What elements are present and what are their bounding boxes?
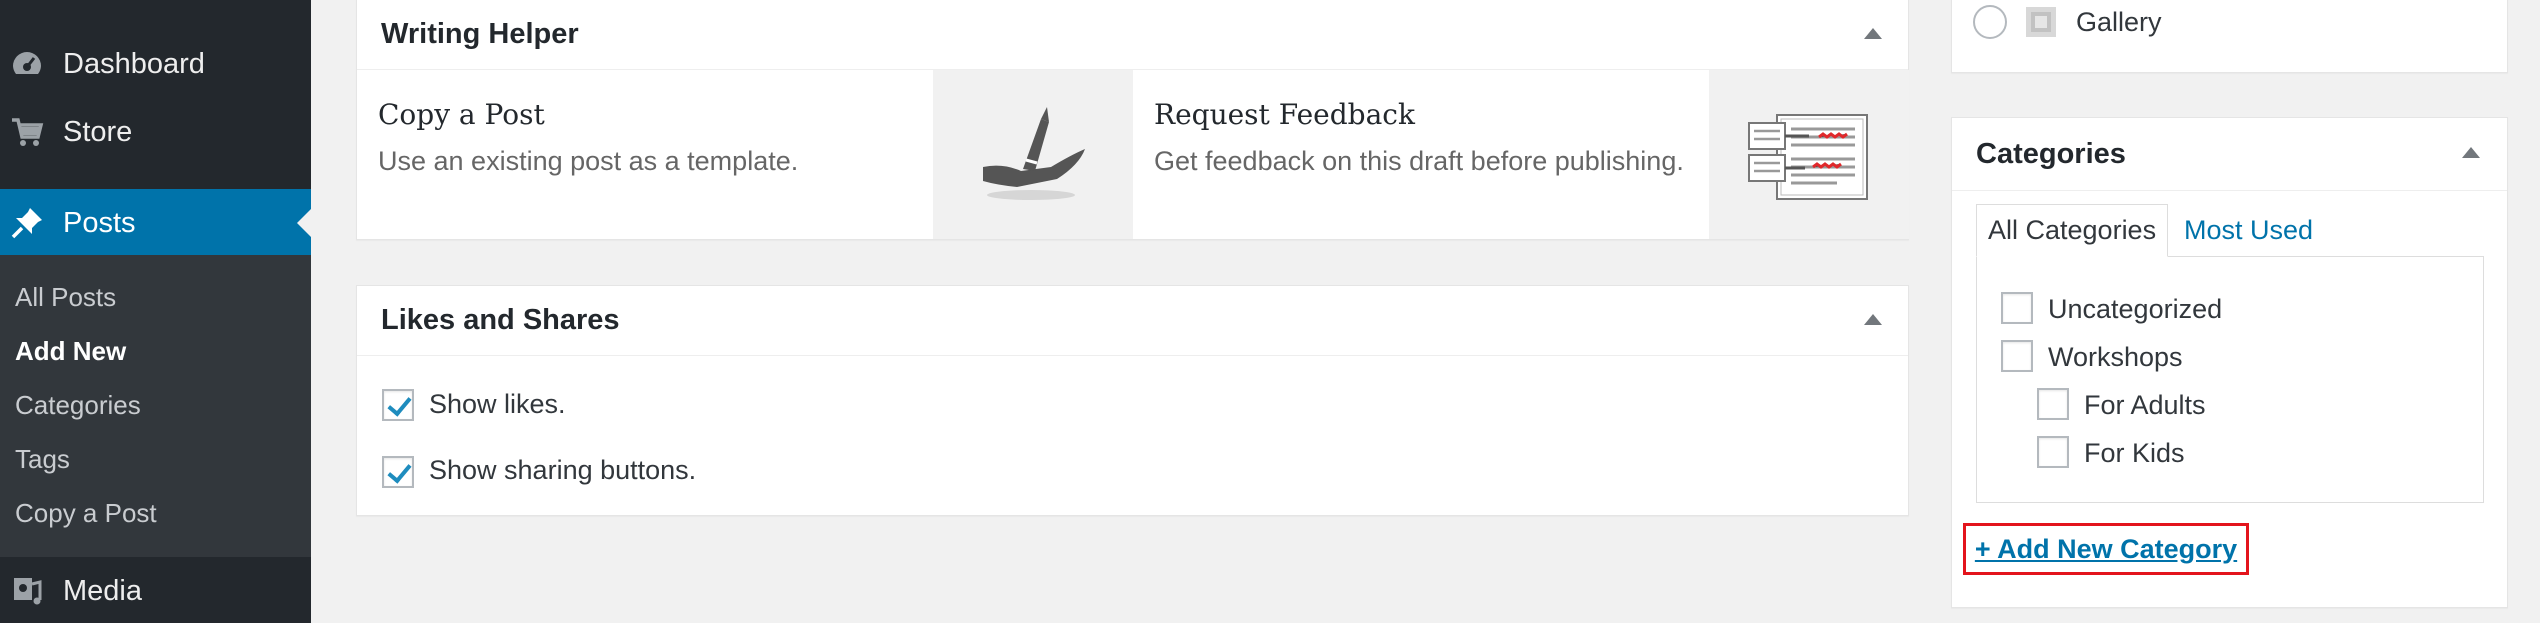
sidebar-item-label: Media (63, 574, 142, 607)
submenu-all-posts[interactable]: All Posts (15, 282, 116, 313)
categories-title[interactable]: Categories (1952, 118, 2507, 191)
show-sharing-label[interactable]: Show sharing buttons. (429, 455, 696, 486)
gallery-label[interactable]: Gallery (2076, 7, 2162, 38)
copy-post-title: Copy a Post (378, 98, 545, 131)
gallery-radio[interactable] (1973, 5, 2007, 39)
show-likes-label[interactable]: Show likes. (429, 389, 566, 420)
category-checkbox[interactable] (2037, 388, 2069, 420)
request-feedback-card[interactable]: Request Feedback Get feedback on this dr… (1133, 70, 1709, 240)
gallery-icon (2024, 5, 2058, 39)
copy-post-desc: Use an existing post as a template. (378, 146, 799, 176)
sidebar-item-dashboard[interactable]: Dashboard (0, 30, 311, 98)
category-checklist: Uncategorized Workshops For Adults For K… (1976, 256, 2484, 503)
posts-submenu: All Posts Add New Categories Tags Copy a… (0, 255, 311, 557)
sidebar-item-label: Posts (63, 206, 136, 239)
collapse-arrow-icon[interactable] (2462, 147, 2480, 158)
writing-helper-title[interactable]: Writing Helper (357, 0, 1908, 70)
show-sharing-checkbox[interactable] (382, 456, 414, 488)
request-feedback-illustration (1709, 70, 1909, 239)
sidebar-item-label: Dashboard (63, 47, 205, 80)
copy-post-illustration (933, 70, 1133, 239)
category-checkbox[interactable] (2037, 436, 2069, 468)
category-label[interactable]: For Kids (2084, 438, 2185, 469)
submenu-categories[interactable]: Categories (15, 390, 141, 421)
format-box: Gallery (1951, 0, 2508, 73)
sidebar-item-posts[interactable]: Posts (0, 189, 311, 257)
tab-all-categories[interactable]: All Categories (1976, 204, 2169, 257)
hand-pen-icon (983, 106, 1085, 200)
category-label[interactable]: Workshops (2048, 342, 2183, 373)
sidebar-item-store[interactable]: Store (0, 98, 311, 166)
likes-shares-title[interactable]: Likes and Shares (357, 286, 1908, 356)
add-new-category-link[interactable]: + Add New Category (1975, 534, 2237, 565)
add-new-category-highlight: + Add New Category (1963, 523, 2249, 575)
pushpin-icon (10, 206, 44, 240)
tab-most-used[interactable]: Most Used (2184, 204, 2313, 257)
collapse-arrow-icon[interactable] (1864, 314, 1882, 325)
category-checkbox[interactable] (2001, 292, 2033, 324)
document-feedback-icon (1748, 113, 1868, 200)
writing-helper-box: Writing Helper Copy a Post Use an existi… (356, 0, 1909, 240)
copy-post-card[interactable]: Copy a Post Use an existing post as a te… (357, 70, 933, 240)
sidebar-item-media[interactable]: Media (0, 557, 311, 623)
submenu-tags[interactable]: Tags (15, 444, 70, 475)
sidebar-item-label: Store (63, 115, 133, 148)
category-label[interactable]: For Adults (2084, 390, 2206, 421)
dashboard-icon (10, 47, 44, 81)
request-feedback-desc: Get feedback on this draft before publis… (1154, 146, 1684, 176)
admin-sidebar: Dashboard Store Posts All Posts Add New … (0, 0, 311, 623)
submenu-add-new[interactable]: Add New (15, 336, 126, 367)
media-icon (10, 574, 44, 608)
submenu-copy-a-post[interactable]: Copy a Post (15, 498, 157, 529)
cart-icon (10, 115, 44, 149)
category-label[interactable]: Uncategorized (2048, 294, 2222, 325)
request-feedback-title: Request Feedback (1154, 98, 1415, 131)
collapse-arrow-icon[interactable] (1864, 28, 1882, 39)
category-checkbox[interactable] (2001, 340, 2033, 372)
show-likes-checkbox[interactable] (382, 389, 414, 421)
likes-shares-box: Likes and Shares Show likes. Show sharin… (356, 285, 1909, 516)
